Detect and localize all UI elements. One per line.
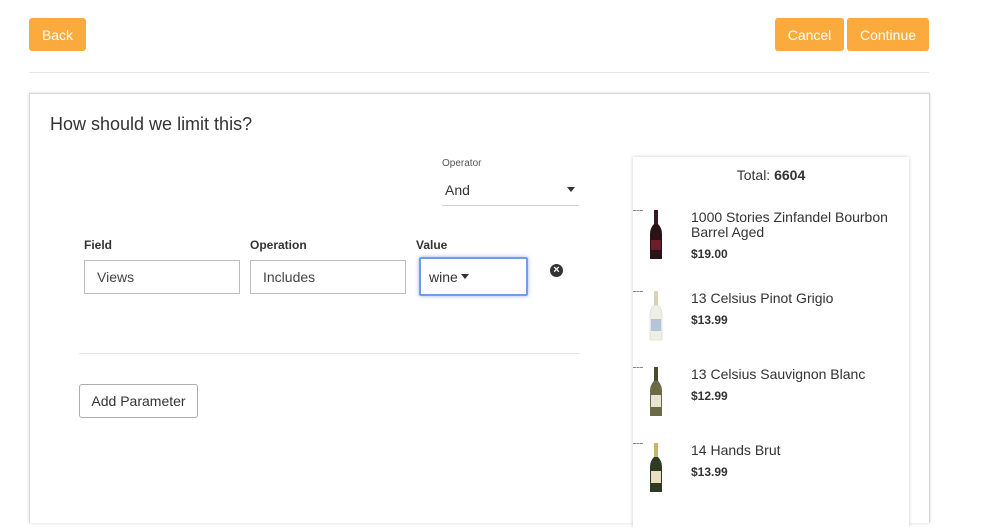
product-price: $19.00 xyxy=(691,247,728,261)
value-select[interactable]: wine xyxy=(419,257,528,296)
header-divider xyxy=(29,72,929,73)
field-value: Views xyxy=(97,269,135,285)
add-parameter-button[interactable]: Add Parameter xyxy=(79,384,198,418)
results-panel: Total: 6604 1000 Stories Zinfandel Bourb… xyxy=(633,157,909,527)
value-text: wine xyxy=(429,268,458,285)
limit-panel: How should we limit this? Operator And F… xyxy=(29,93,930,527)
product-price: $12.99 xyxy=(691,389,728,403)
total-summary: Total: 6604 xyxy=(633,167,909,183)
list-marker xyxy=(633,443,643,444)
product-item[interactable]: 13 Celsius Sauvignon Blanc $12.99 xyxy=(633,367,909,427)
chevron-down-icon xyxy=(567,187,575,192)
wine-bottle-icon xyxy=(650,367,662,416)
cancel-button[interactable]: Cancel xyxy=(775,18,844,51)
value-label: Value xyxy=(416,238,448,252)
total-label: Total: xyxy=(736,167,771,183)
continue-button[interactable]: Continue xyxy=(847,18,929,51)
product-name: 1000 Stories Zinfandel Bourbon Barrel Ag… xyxy=(691,209,888,240)
operator-value: And xyxy=(445,181,470,198)
product-name: 13 Celsius Pinot Grigio xyxy=(691,290,834,306)
operator-select[interactable]: And xyxy=(442,174,579,206)
list-marker xyxy=(633,210,643,211)
field-label: Field xyxy=(84,238,113,252)
operator-label: Operator xyxy=(442,158,482,169)
product-item[interactable]: 14 Hands Brut $13.99 xyxy=(633,443,909,503)
list-marker xyxy=(633,367,643,368)
product-name: 14 Hands Brut xyxy=(691,442,781,458)
chevron-down-icon xyxy=(460,274,469,279)
wine-bottle-icon xyxy=(650,210,662,259)
parameters-divider xyxy=(79,353,579,354)
product-price: $13.99 xyxy=(691,313,728,327)
product-name: 13 Celsius Sauvignon Blanc xyxy=(691,366,866,382)
operation-value: Includes xyxy=(263,269,316,285)
operation-label: Operation xyxy=(250,238,307,252)
field-select[interactable]: Views xyxy=(84,260,240,294)
product-price: $13.99 xyxy=(691,465,728,479)
list-marker xyxy=(633,291,643,292)
operation-select[interactable]: Includes xyxy=(250,260,406,294)
product-item[interactable]: 13 Celsius Pinot Grigio $13.99 xyxy=(633,291,909,351)
remove-parameter-icon[interactable]: × xyxy=(550,264,563,277)
product-item[interactable]: 1000 Stories Zinfandel Bourbon Barrel Ag… xyxy=(633,210,909,270)
total-count: 6604 xyxy=(774,167,806,183)
panel-title: How should we limit this? xyxy=(50,114,253,134)
wine-bottle-icon xyxy=(649,291,663,341)
back-button[interactable]: Back xyxy=(29,18,86,51)
wine-bottle-icon xyxy=(650,443,662,492)
